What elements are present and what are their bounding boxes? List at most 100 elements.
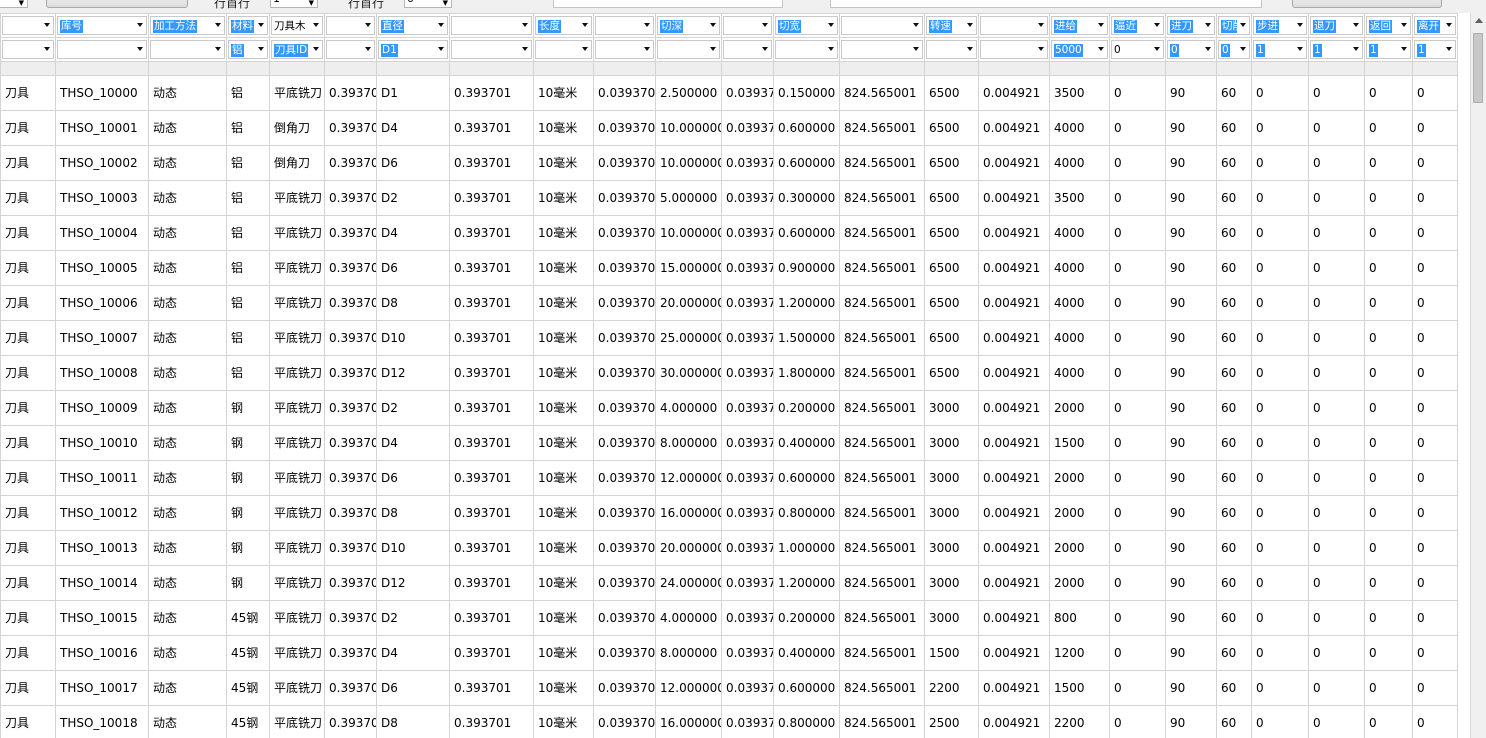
table-cell[interactable]: 0.004921 [978, 110, 1050, 146]
table-cell[interactable]: D10 [376, 530, 450, 566]
table-cell[interactable]: 0.03937 [721, 705, 774, 738]
table-cell[interactable]: 0.039370 [593, 250, 656, 286]
scroll-up-icon[interactable] [1475, 18, 1483, 23]
table-cell[interactable]: 平底铣刀 [269, 565, 325, 601]
column-filter-c14[interactable] [924, 37, 979, 62]
table-cell[interactable]: 0.004921 [978, 180, 1050, 216]
table-cell[interactable]: 0 [1109, 145, 1166, 181]
header-combo[interactable] [980, 16, 1048, 35]
header-combo[interactable]: 刀具木 [271, 16, 323, 35]
table-cell[interactable]: 0.004921 [978, 705, 1050, 738]
table-cell[interactable]: 0.39370 [324, 285, 377, 321]
table-cell[interactable]: 0 [1109, 705, 1166, 738]
table-cell[interactable]: 平底铣刀 [269, 425, 325, 461]
table-cell[interactable]: THSO_10009 [55, 390, 149, 426]
table-cell[interactable]: 0 [1251, 355, 1309, 391]
table-cell[interactable]: 0.03937 [721, 530, 774, 566]
table-cell[interactable]: 平底铣刀 [269, 460, 325, 496]
column-header-c19[interactable]: 切削 [1216, 13, 1252, 38]
column-filter-c17[interactable]: 0 [1109, 37, 1166, 62]
table-cell[interactable]: 824.565001 [839, 635, 925, 671]
column-header-c10[interactable]: 切深 [655, 13, 722, 38]
table-cell[interactable]: 0 [1251, 425, 1309, 461]
column-header-c2[interactable]: 加工方法 [148, 13, 227, 38]
table-cell[interactable]: 0.004921 [978, 530, 1050, 566]
dropdown-arrow-icon[interactable] [1038, 47, 1044, 51]
table-cell[interactable]: 0.39370 [324, 355, 377, 391]
table-cell[interactable]: 824.565001 [839, 565, 925, 601]
table-cell[interactable]: 6500 [924, 215, 979, 251]
table-cell[interactable]: 0.004921 [978, 355, 1050, 391]
table-cell[interactable]: 0 [1251, 320, 1309, 356]
column-header-c21[interactable]: 退刀 [1308, 13, 1365, 38]
table-cell[interactable]: 800 [1049, 600, 1110, 636]
table-cell[interactable]: 10毫米 [533, 215, 594, 251]
table-cell[interactable]: 0.004921 [978, 215, 1050, 251]
dropdown-arrow-icon[interactable] [365, 47, 371, 51]
table-cell[interactable]: 铝 [226, 75, 270, 111]
table-cell[interactable]: 10毫米 [533, 110, 594, 146]
table-cell[interactable]: 824.565001 [839, 705, 925, 738]
table-cell[interactable]: 10毫米 [533, 75, 594, 111]
table-cell[interactable]: 0.39370 [324, 530, 377, 566]
table-cell[interactable]: 824.565001 [839, 145, 925, 181]
table-cell[interactable]: 60 [1216, 635, 1252, 671]
table-cell[interactable]: 3000 [924, 565, 979, 601]
table-row[interactable]: 刀具 THSO_10000 动态 铝 平底铣刀 0.39370 D1 0.393701 10毫米… [0, 75, 1458, 111]
table-cell[interactable]: 平底铣刀 [269, 355, 325, 391]
table-cell[interactable]: 动态 [148, 110, 227, 146]
table-cell[interactable]: 0.039370 [593, 390, 656, 426]
table-cell[interactable]: 0 [1412, 75, 1458, 111]
column-filter-c16[interactable]: 5000 [1049, 37, 1110, 62]
table-cell[interactable]: 0.39370 [324, 75, 377, 111]
table-cell[interactable]: 0.039370 [593, 145, 656, 181]
header-combo[interactable]: 返回 [1366, 16, 1411, 35]
table-cell[interactable]: 0.03937 [721, 565, 774, 601]
table-cell[interactable]: 0.800000 [773, 495, 840, 531]
table-cell[interactable]: 0 [1251, 285, 1309, 321]
table-cell[interactable]: 0.004921 [978, 495, 1050, 531]
table-cell[interactable]: 3000 [924, 495, 979, 531]
table-cell[interactable]: 0 [1364, 670, 1413, 706]
column-header-c0[interactable] [0, 13, 56, 38]
end-row-select[interactable]: 0▼ [404, 0, 452, 8]
column-header-c7[interactable] [449, 13, 534, 38]
table-cell[interactable]: 60 [1216, 495, 1252, 531]
table-cell[interactable]: 钢 [226, 390, 270, 426]
table-cell[interactable]: 平底铣刀 [269, 530, 325, 566]
table-cell[interactable]: 动态 [148, 180, 227, 216]
table-cell[interactable]: 0 [1364, 250, 1413, 286]
table-cell[interactable]: 0.039370 [593, 285, 656, 321]
table-cell[interactable]: 0 [1412, 530, 1458, 566]
table-cell[interactable]: 0.03937 [721, 75, 774, 111]
table-cell[interactable]: 平底铣刀 [269, 390, 325, 426]
header-combo[interactable]: 加工方法 [150, 16, 225, 35]
table-cell[interactable]: 0.600000 [773, 110, 840, 146]
table-cell[interactable]: 4.000000 [655, 600, 722, 636]
table-cell[interactable]: 动态 [148, 635, 227, 671]
table-cell[interactable]: 0.393701 [449, 460, 534, 496]
table-cell[interactable]: 0 [1308, 635, 1365, 671]
dropdown-arrow-icon[interactable] [137, 23, 143, 27]
table-cell[interactable]: 0.393701 [449, 495, 534, 531]
table-cell[interactable]: THSO_10006 [55, 285, 149, 321]
table-cell[interactable]: 0.39370 [324, 215, 377, 251]
table-cell[interactable]: 4000 [1049, 320, 1110, 356]
filter-combo[interactable]: 5000 [1051, 40, 1108, 59]
header-combo[interactable]: 转速 [926, 16, 977, 35]
dropdown-arrow-icon[interactable] [1297, 47, 1303, 51]
dropdown-arrow-icon[interactable] [1401, 47, 1407, 51]
table-cell[interactable]: 60 [1216, 460, 1252, 496]
table-cell[interactable]: 铝 [226, 110, 270, 146]
column-header-c1[interactable]: 库号 [55, 13, 149, 38]
dropdown-arrow-icon[interactable] [913, 23, 919, 27]
table-cell[interactable]: 1.800000 [773, 355, 840, 391]
table-cell[interactable]: 动态 [148, 460, 227, 496]
table-cell[interactable]: 4000 [1049, 285, 1110, 321]
table-cell[interactable]: 0 [1251, 495, 1309, 531]
table-row[interactable]: 刀具 THSO_10005 动态 铝 平底铣刀 0.39370 D6 0.393701 10毫米… [0, 250, 1458, 286]
header-combo[interactable]: 进给 [1051, 16, 1108, 35]
dropdown-arrow-icon[interactable] [1240, 23, 1246, 27]
table-cell[interactable]: 0.039370 [593, 110, 656, 146]
dropdown-arrow-icon[interactable] [137, 47, 143, 51]
